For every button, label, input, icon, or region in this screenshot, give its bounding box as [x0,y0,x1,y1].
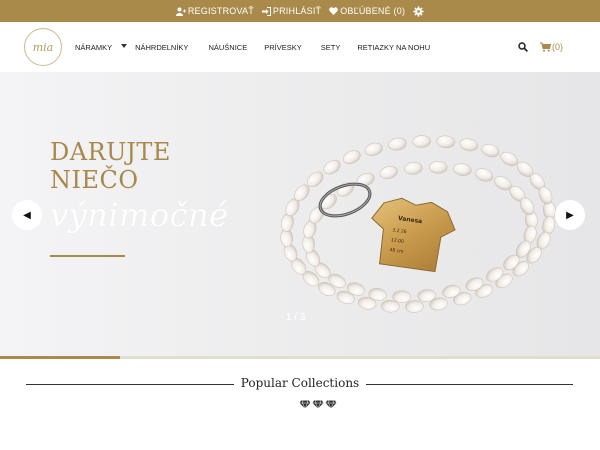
heart-icon [329,7,339,15]
search-icon[interactable] [518,42,528,52]
pearl [392,290,411,303]
section-title: Popular Collections [240,376,360,390]
menu-item-label: PRÍVESKY [264,42,302,52]
section-divider-left [26,384,234,385]
pearl [364,142,383,156]
diamond-icon [325,400,337,409]
menu-item-label: NÁHRDELNÍKY [135,42,189,52]
menu-item-naramky[interactable]: NÁRAMKY [75,42,128,52]
menu-item-sety[interactable]: SETY [321,43,341,52]
menu-item-label: SETY [320,42,341,52]
settings-button[interactable] [413,5,424,17]
menu-item-label: NÁUŠNICE [208,42,248,52]
pearl [481,143,500,158]
nav-actions: (0) [518,22,563,72]
login-label: PRIHLÁSIŤ [272,6,322,16]
login-link[interactable]: PRIHLÁSIŤ [261,6,322,16]
pearl [429,161,448,174]
pearl [405,300,424,313]
hero-heading-line2: NIEČO [50,166,139,194]
menu-item-nahrdelniky[interactable]: NÁHRDELNÍKY [135,43,188,52]
pearl [475,168,494,182]
logo-text: mia [32,40,54,54]
diamond-icon [312,400,324,409]
pearl [412,135,431,148]
slider-prev-button[interactable]: ◀ [12,200,42,230]
main-nav: mia NÁRAMKY NÁHRDELNÍKY NÁUŠNICE PRÍVESK… [0,22,600,72]
favorites-link[interactable]: OBĽÚBENÉ (0) [329,6,405,16]
gear-icon [413,5,424,17]
pearl [388,137,407,151]
gold-tag [371,197,456,273]
pearl [323,160,341,175]
hero-divider [50,255,125,257]
slider-next-button[interactable]: ▶ [555,200,585,230]
pearl [379,166,398,180]
register-link[interactable]: REGISTROVAŤ [175,6,254,16]
register-label: REGISTROVAŤ [187,6,254,16]
slider-progress-fill [0,356,120,359]
menu-item-label: RETIAZKY NA NOHU [357,42,431,52]
cart-button[interactable]: (0) [540,42,563,52]
arrow-right-icon: ▶ [566,209,574,221]
pearl [342,150,361,164]
pearl [404,162,423,175]
menu-item-nausnice[interactable]: NÁUŠNICE [208,43,247,52]
user-plus-icon [175,7,186,16]
top-bar: REGISTROVAŤ PRIHLÁSIŤ OBĽÚBENÉ (0) [0,0,600,22]
pearl [436,135,455,149]
menu: NÁRAMKY NÁHRDELNÍKY NÁUŠNICE PRÍVESKY SE… [75,22,430,72]
diamond-ornament [299,400,337,409]
hero-slider: Vanesa 3.2.26 12:00 48 cm DARUJTE NIEČO … [0,72,600,358]
pearl [500,151,518,166]
menu-item-label: NÁRAMKY [75,42,113,52]
pearl [459,138,478,152]
logo[interactable]: mia [24,28,62,66]
favorites-label: OBĽÚBENÉ (0) [340,6,406,16]
sign-in-icon [261,6,271,16]
menu-item-privesky[interactable]: PRÍVESKY [264,43,302,52]
diamond-icon [299,400,311,409]
arrow-left-icon: ◀ [23,209,31,221]
cart-count: (0) [552,42,563,52]
pearl [453,163,472,176]
hero-script-text: výnimočné [50,196,229,234]
menu-item-retiazky[interactable]: RETIAZKY NA NOHU [357,43,430,52]
section-divider-right [366,384,573,385]
slide-counter: 1 / 3 [286,312,306,323]
cart-icon [540,42,551,52]
slider-progress [0,356,600,359]
caret-down-icon [121,44,128,48]
hero-heading-line1: DARUJTE [50,138,171,166]
